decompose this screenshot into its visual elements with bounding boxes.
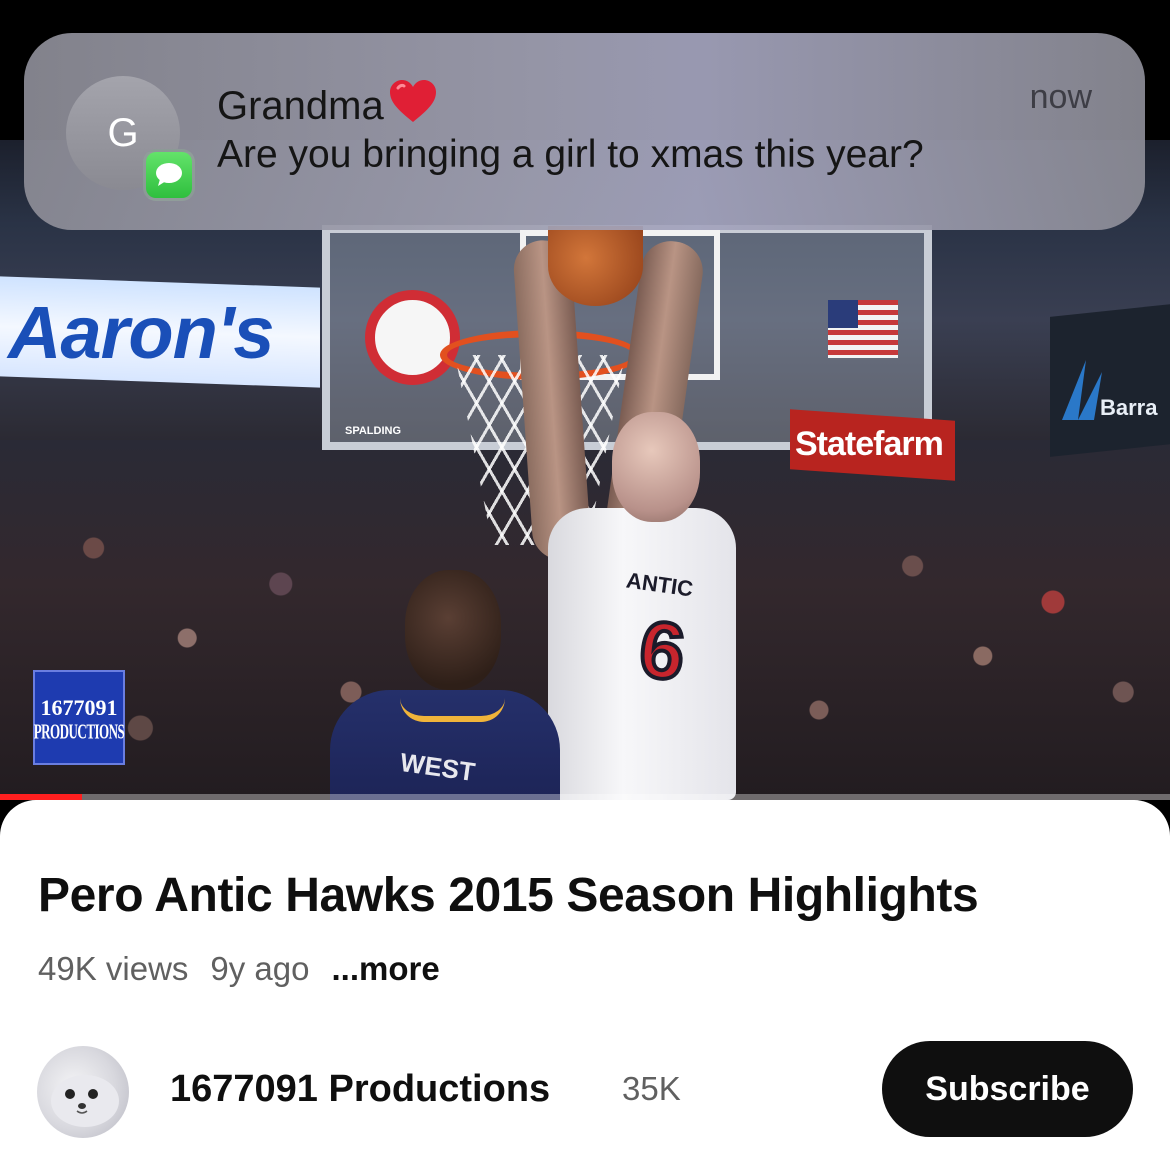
watermark-number: 1677091 (40, 695, 118, 721)
watermark-label: PRODUCTIONS (33, 719, 125, 744)
video-title[interactable]: Pero Antic Hawks 2015 Season Highlights (38, 868, 979, 923)
notification-message: Are you bringing a girl to xmas this yea… (217, 133, 924, 176)
channel-name[interactable]: 1677091 Productions (170, 1068, 550, 1111)
us-flag (828, 300, 898, 358)
basketball (548, 226, 643, 306)
video-metadata[interactable]: 49K views 9y ago ...more (38, 950, 440, 988)
arena-banner-right-text: Barra (1100, 395, 1158, 420)
seal-avatar[interactable] (37, 1046, 129, 1138)
message-notification[interactable] (24, 33, 1145, 230)
backboard-brand: SPALDING (345, 425, 402, 437)
arena-banner-text: Aaron's (8, 291, 275, 374)
sponsor-sign-text: Statefarm (795, 425, 944, 463)
hawks-logo (365, 290, 460, 385)
subscribe-button[interactable]: Subscribe (882, 1041, 1133, 1137)
defender-collar (400, 698, 505, 722)
notification-sender: Grandma (217, 78, 438, 134)
subscriber-count: 35K (622, 1070, 681, 1107)
more-link[interactable]: ...more (332, 950, 440, 988)
view-count: 49K views (38, 950, 189, 987)
upload-age: 9y ago (210, 950, 310, 987)
channel-watermark: 1677091 PRODUCTIONS (33, 670, 125, 765)
messages-icon (143, 149, 195, 201)
player-head (612, 412, 700, 522)
notification-time: now (1029, 78, 1092, 116)
heart-icon (388, 78, 438, 134)
sender-name: Grandma (217, 83, 384, 128)
arena-banner-right (1050, 303, 1170, 457)
defender-head (405, 570, 501, 690)
